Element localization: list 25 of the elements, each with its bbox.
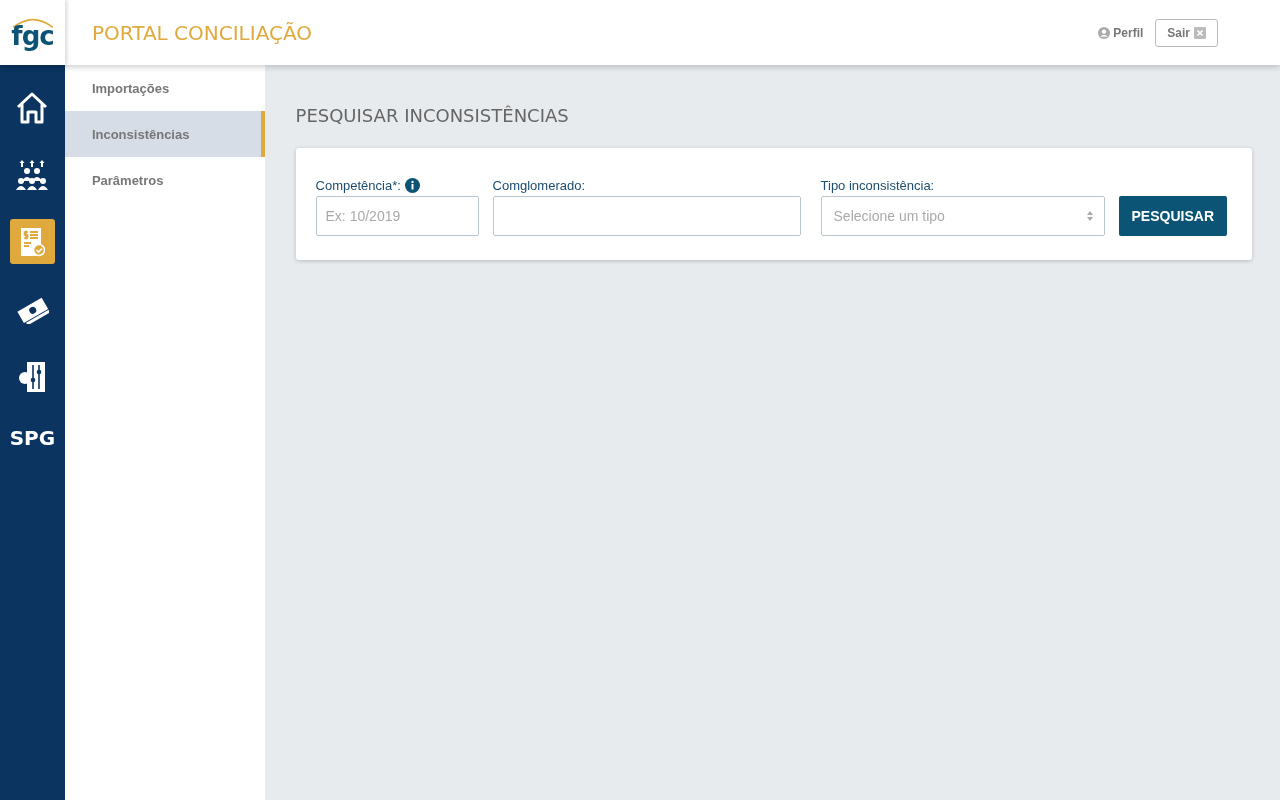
submenu-item[interactable]: Parâmetros xyxy=(64,157,265,203)
text-field[interactable] xyxy=(492,196,801,236)
field-label: Competência*: xyxy=(315,178,401,193)
home-icon xyxy=(15,90,50,125)
submenu-item[interactable]: Inconsistências xyxy=(64,111,265,157)
info-icon[interactable] xyxy=(404,178,420,193)
submenu-item[interactable]: Importações xyxy=(64,65,265,111)
user-icon xyxy=(1098,26,1111,39)
report-button[interactable] xyxy=(9,219,55,264)
document-check-icon xyxy=(19,226,46,257)
select-field[interactable]: Selecione um tipo xyxy=(820,196,1105,236)
profile-link[interactable]: Perfil xyxy=(1098,25,1144,40)
search-button[interactable]: PESQUISAR xyxy=(1118,196,1227,236)
rail-text-item[interactable]: SPG xyxy=(9,426,56,450)
logo-text: fgc xyxy=(11,22,54,49)
page-title: PESQUISAR INCONSISTÊNCIAS xyxy=(295,105,570,126)
app-title: PORTAL CONCILIAÇÃO xyxy=(92,20,313,45)
sort-caret-icon xyxy=(1085,210,1094,222)
people-icon xyxy=(16,158,49,191)
field-label: Comglomerado: xyxy=(492,178,586,193)
text-field[interactable]: Ex: 10/2019 xyxy=(315,196,479,236)
close-icon xyxy=(1194,26,1206,39)
field-label: Tipo inconsistência: xyxy=(820,178,935,193)
logout-button[interactable]: Sair xyxy=(1155,18,1218,47)
gear-sliders-icon xyxy=(17,359,48,392)
